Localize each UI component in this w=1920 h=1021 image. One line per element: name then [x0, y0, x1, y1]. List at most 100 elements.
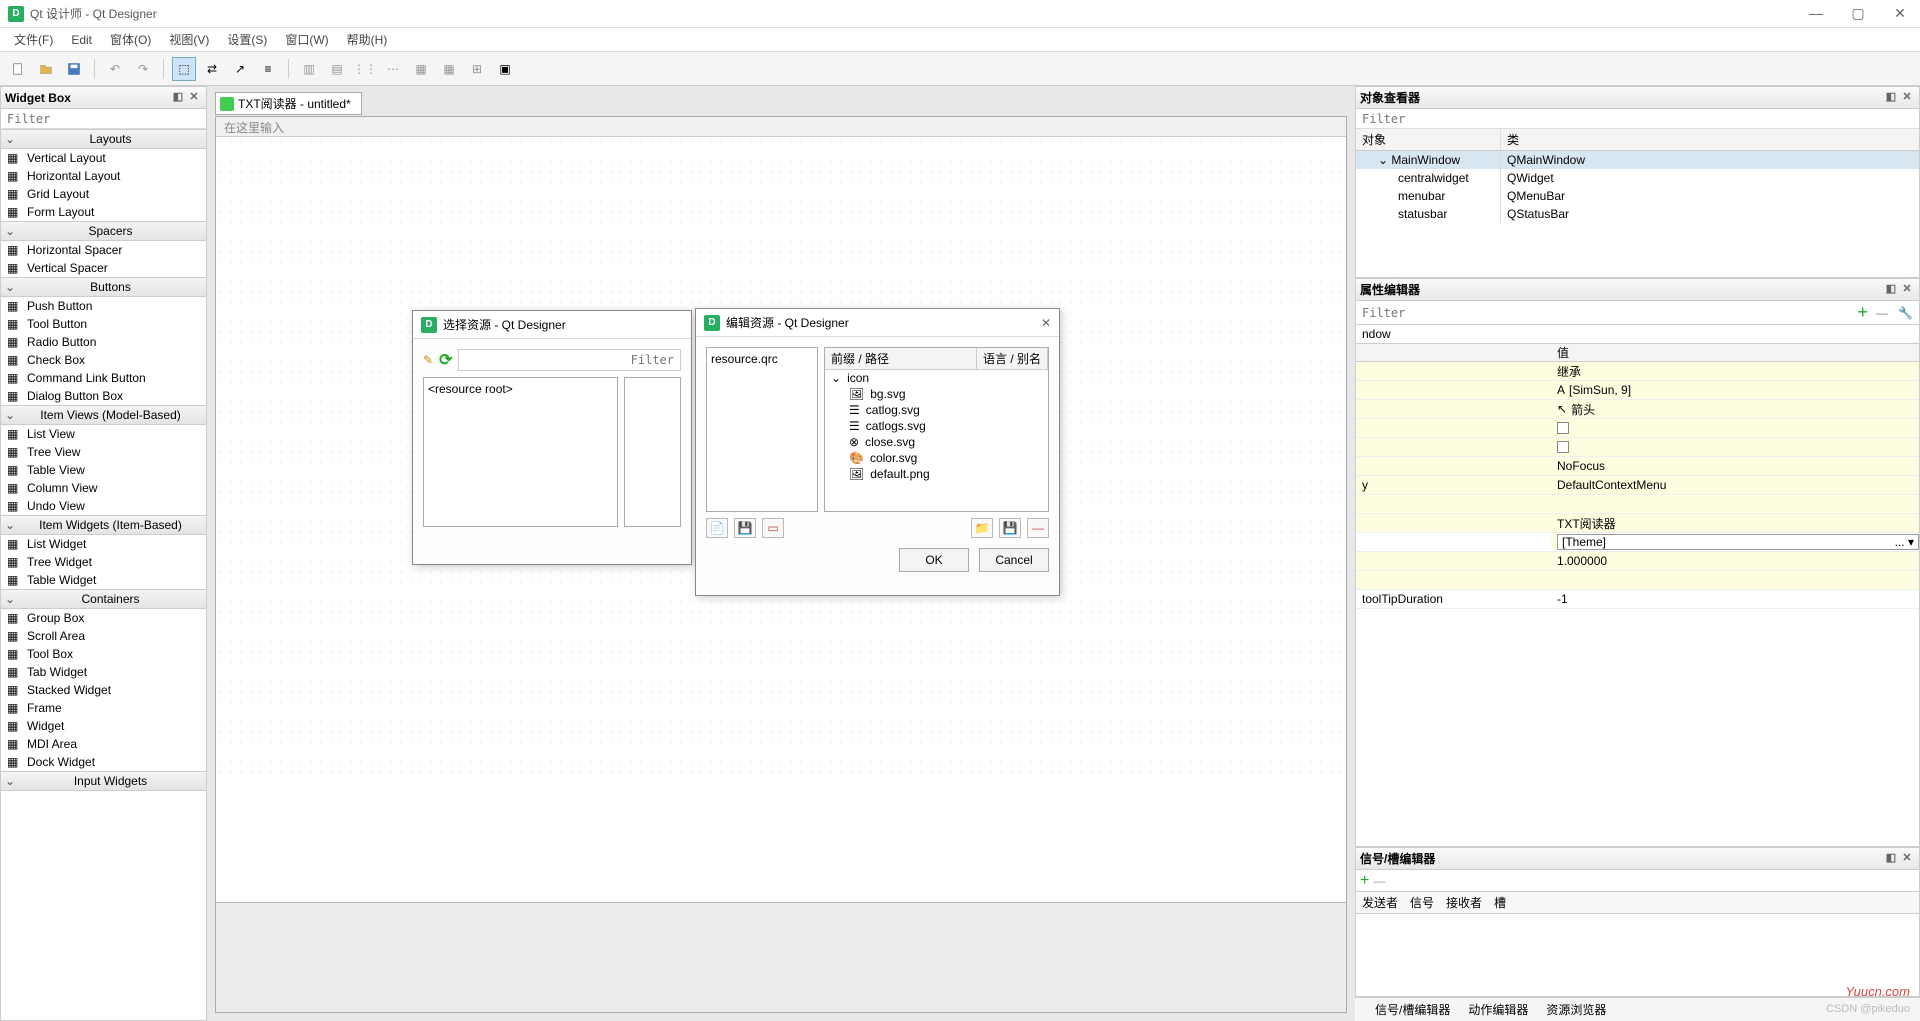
float-icon[interactable]: ◧: [1883, 282, 1899, 298]
bottom-tab[interactable]: 信号/槽编辑器: [1375, 1001, 1450, 1018]
signal-header[interactable]: 槽: [1488, 894, 1512, 911]
menu-item[interactable]: 帮助(H): [339, 29, 396, 50]
widget-category[interactable]: ⌄Input Widgets: [1, 771, 206, 791]
signal-header[interactable]: 接收者: [1440, 894, 1488, 911]
resource-file-item[interactable]: 🎨color.svg: [825, 450, 1048, 466]
float-icon[interactable]: ◧: [170, 90, 186, 106]
widget-item[interactable]: ▦List View: [1, 425, 206, 443]
widget-category[interactable]: ⌄Spacers: [1, 221, 206, 241]
menu-item[interactable]: 文件(F): [6, 29, 61, 50]
property-row[interactable]: [1356, 495, 1919, 514]
widget-item[interactable]: ▦Dock Widget: [1, 753, 206, 771]
widget-item[interactable]: ▦Grid Layout: [1, 185, 206, 203]
layout-vsplit-icon[interactable]: ⋯: [381, 57, 405, 81]
config-icon[interactable]: 🔧: [1892, 306, 1919, 320]
widget-category[interactable]: ⌄Buttons: [1, 277, 206, 297]
resource-file-item[interactable]: ⊗close.svg: [825, 434, 1048, 450]
widget-item[interactable]: ▦Horizontal Layout: [1, 167, 206, 185]
obj-header-class[interactable]: 类: [1501, 129, 1919, 150]
save-icon[interactable]: [62, 57, 86, 81]
widget-item[interactable]: ▦Horizontal Spacer: [1, 241, 206, 259]
object-row[interactable]: menubarQMenuBar: [1356, 187, 1919, 205]
resource-folder[interactable]: ⌄ icon: [825, 370, 1048, 386]
widget-item[interactable]: ▦List Widget: [1, 535, 206, 553]
resource-file-item[interactable]: ☰catlog.svg: [825, 402, 1048, 418]
widget-item[interactable]: ▦Push Button: [1, 297, 206, 315]
float-icon[interactable]: ◧: [1883, 851, 1899, 867]
checkbox[interactable]: [1557, 441, 1569, 453]
dialog-close-icon[interactable]: ✕: [1041, 316, 1051, 330]
resource-preview[interactable]: [624, 377, 681, 527]
object-filter[interactable]: [1356, 109, 1919, 129]
layout-v-icon[interactable]: ▤: [325, 57, 349, 81]
property-row[interactable]: yDefaultContextMenu: [1356, 476, 1919, 495]
property-row[interactable]: [1356, 571, 1919, 590]
undo-icon[interactable]: ↶: [103, 57, 127, 81]
resource-file-tree[interactable]: 前缀 / 路径 语言 / 别名 ⌄ icon 🖼bg.svg☰catlog.sv…: [824, 347, 1049, 512]
property-row[interactable]: 1.000000: [1356, 552, 1919, 571]
edit-tab-order-icon[interactable]: ≡: [256, 57, 280, 81]
property-row[interactable]: [1356, 438, 1919, 457]
close-button[interactable]: ✕: [1888, 5, 1912, 22]
widget-item[interactable]: ▦Tool Button: [1, 315, 206, 333]
close-panel-icon[interactable]: ✕: [186, 90, 202, 106]
col-lang-alias[interactable]: 语言 / 别名: [977, 348, 1048, 369]
redo-icon[interactable]: ↷: [131, 57, 155, 81]
remove-property-icon[interactable]: —: [1872, 306, 1892, 320]
checkbox[interactable]: [1557, 422, 1569, 434]
open-file-icon[interactable]: [34, 57, 58, 81]
property-row[interactable]: NoFocus: [1356, 457, 1919, 476]
col-prefix-path[interactable]: 前缀 / 路径: [825, 348, 977, 369]
property-row[interactable]: TXT阅读器: [1356, 514, 1919, 533]
widget-category[interactable]: ⌄Containers: [1, 589, 206, 609]
widget-item[interactable]: ▦Table Widget: [1, 571, 206, 589]
widget-category[interactable]: ⌄Layouts: [1, 129, 206, 149]
resource-file-item[interactable]: 🖼default.png: [825, 466, 1048, 482]
ok-button[interactable]: OK: [899, 548, 969, 572]
widget-item[interactable]: ▦Scroll Area: [1, 627, 206, 645]
reload-icon[interactable]: ⟳: [439, 350, 452, 370]
adjust-size-icon[interactable]: ▣: [493, 57, 517, 81]
menu-item[interactable]: 窗体(O): [102, 29, 159, 50]
signal-header[interactable]: 信号: [1404, 894, 1440, 911]
canvas-menubar-hint[interactable]: 在这里输入: [216, 117, 1346, 137]
widget-item[interactable]: ▦Radio Button: [1, 333, 206, 351]
widget-item[interactable]: ▦Widget: [1, 717, 206, 735]
float-icon[interactable]: ◧: [1883, 90, 1899, 106]
property-row[interactable]: [1356, 419, 1919, 438]
signal-header[interactable]: 发送者: [1356, 894, 1404, 911]
remove-qrc-icon[interactable]: ▭: [762, 518, 784, 538]
new-file-icon[interactable]: [6, 57, 30, 81]
add-prefix-icon[interactable]: 📁: [971, 518, 993, 538]
minimize-button[interactable]: —: [1804, 5, 1828, 22]
widget-category[interactable]: ⌄Item Widgets (Item-Based): [1, 515, 206, 535]
resource-root-item[interactable]: <resource root>: [428, 382, 613, 396]
widget-item[interactable]: ▦Undo View: [1, 497, 206, 515]
widget-item[interactable]: ▦Stacked Widget: [1, 681, 206, 699]
close-panel-icon[interactable]: ✕: [1899, 90, 1915, 106]
obj-header-name[interactable]: 对象: [1356, 129, 1501, 150]
object-selector[interactable]: ndow: [1356, 325, 1919, 344]
open-qrc-icon[interactable]: 💾: [734, 518, 756, 538]
remove-file-icon[interactable]: —: [1027, 518, 1049, 538]
resource-tree[interactable]: <resource root>: [423, 377, 618, 527]
break-layout-icon[interactable]: ⊞: [465, 57, 489, 81]
widget-item[interactable]: ▦MDI Area: [1, 735, 206, 753]
menu-item[interactable]: 窗口(W): [277, 29, 336, 50]
qrc-file-item[interactable]: resource.qrc: [711, 352, 813, 366]
resource-file-item[interactable]: ☰catlogs.svg: [825, 418, 1048, 434]
widget-item[interactable]: ▦Dialog Button Box: [1, 387, 206, 405]
bottom-tab[interactable]: 动作编辑器: [1468, 1001, 1528, 1018]
resource-filter[interactable]: [458, 349, 681, 371]
layout-form-icon[interactable]: ▦: [437, 57, 461, 81]
widget-item[interactable]: ▦Group Box: [1, 609, 206, 627]
widget-item[interactable]: ▦Form Layout: [1, 203, 206, 221]
bottom-tab[interactable]: 资源浏览器: [1546, 1001, 1606, 1018]
close-panel-icon[interactable]: ✕: [1899, 851, 1915, 867]
layout-hsplit-icon[interactable]: ⋮⋮: [353, 57, 377, 81]
close-panel-icon[interactable]: ✕: [1899, 282, 1915, 298]
object-row[interactable]: centralwidgetQWidget: [1356, 169, 1919, 187]
widget-category[interactable]: ⌄Item Views (Model-Based): [1, 405, 206, 425]
layout-h-icon[interactable]: ▥: [297, 57, 321, 81]
new-qrc-icon[interactable]: 📄: [706, 518, 728, 538]
